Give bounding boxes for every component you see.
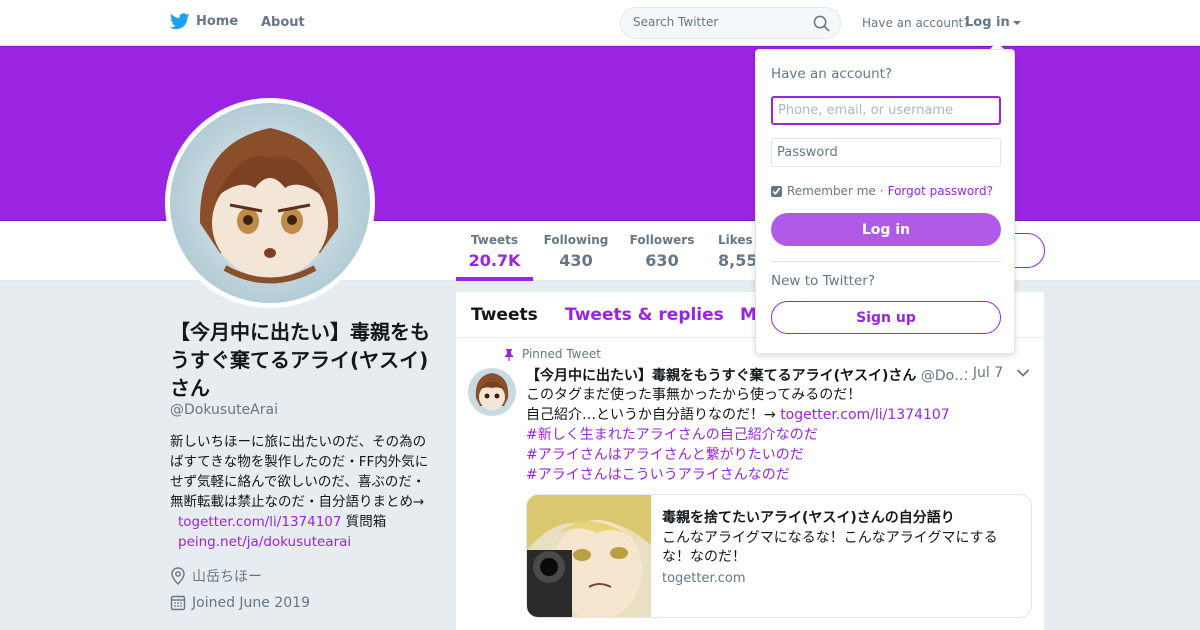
tab-tweets-replies[interactable]: Tweets & replies: [565, 305, 724, 325]
profile-location: 山岳ちほー: [170, 566, 262, 586]
profile-bio: 新しいちほーに旅に出たいのだ、その為のばすてきな物を製作したのだ・FF内外気にせ…: [170, 432, 432, 552]
login-button[interactable]: Log in: [771, 213, 1001, 246]
calendar-icon: [170, 595, 186, 611]
caret-down-icon: [1012, 20, 1021, 25]
card-thumbnail: [527, 495, 651, 617]
search-input[interactable]: [633, 15, 803, 29]
remember-row: Remember me · Forgot password?: [771, 184, 993, 198]
stat-label: Followers: [629, 233, 695, 247]
nav-about[interactable]: About: [261, 15, 305, 30]
username-field[interactable]: [771, 96, 1001, 125]
have-account-text: Have an account?: [862, 16, 970, 30]
top-navigation: Home About Have an account? Log in: [0, 0, 1200, 46]
pin-icon: [505, 348, 513, 361]
link-preview-card[interactable]: 毒親を捨てたいアライ(ヤスイ)さんの自分語り こんなアライグマになるな！こんなア…: [526, 494, 1032, 618]
login-dropdown-toggle[interactable]: Log in: [965, 15, 1021, 30]
card-title: 毒親を捨てたいアライ(ヤスイ)さんの自分語り: [662, 510, 955, 526]
location-text: 山岳ちほー: [192, 569, 262, 585]
avatar-image: [170, 103, 370, 303]
hashtag-link[interactable]: #アライさんはアライさんと繋がりたいのだ: [526, 445, 1031, 465]
stat-value: 430: [559, 251, 593, 270]
stat-label: Tweets: [470, 233, 519, 247]
card-domain: togetter.com: [662, 571, 746, 586]
stat-tweets[interactable]: Tweets 20.7K: [456, 233, 533, 270]
hashtag-link[interactable]: #アライさんはこういうアライさんなのだ: [526, 465, 1031, 485]
joined-text: Joined June 2019: [192, 594, 310, 611]
bio-text: 新しいちほーに旅に出たいのだ、その為のばすてきな物を製作したのだ・FF内外気にせ…: [170, 434, 429, 510]
bio-link-peing[interactable]: peing.net/ja/dokusutearai: [178, 534, 351, 550]
tab-tweets[interactable]: Tweets: [471, 305, 538, 325]
password-field[interactable]: [771, 138, 1001, 167]
profile-joined: Joined June 2019: [170, 594, 310, 611]
tweet-header: 【今月中に出たい】毒親をもうすぐ棄てるアライ(ヤスイ)さん @Do… · Jul…: [526, 365, 1036, 385]
bio-link-togetter[interactable]: togetter.com/li/1374107: [178, 514, 341, 530]
bio-text-mid: 質問箱: [345, 514, 387, 530]
nav-home-label: Home: [196, 14, 239, 29]
search-box: [620, 7, 841, 39]
remember-label[interactable]: Remember me: [787, 184, 876, 198]
active-tab-indicator: [456, 277, 533, 281]
nav-home[interactable]: Home: [170, 13, 238, 30]
stat-value: 630: [645, 251, 679, 270]
tweet-author-name[interactable]: 【今月中に出たい】毒親をもうすぐ棄てるアライ(ヤスイ)さん: [526, 368, 916, 384]
profile-name[interactable]: 【今月中に出たい】毒親をもうすぐ棄てるアライ(ヤスイ)さん: [170, 318, 435, 402]
tweet-author-handle[interactable]: @Do…: [921, 368, 968, 384]
tweet-date[interactable]: · Jul 7: [964, 365, 1003, 381]
profile-handle: @DokusuteArai: [170, 402, 278, 418]
hashtag-link[interactable]: #新しく生まれたアライさんの自己紹介なのだ: [526, 425, 1031, 445]
card-description: こんなアライグマになるな！こんなアライグマにするな！なのだ！: [662, 530, 998, 565]
stat-followers[interactable]: Followers 630: [626, 233, 698, 270]
tweet-avatar-image: [468, 368, 516, 416]
twitter-bird-icon: [170, 13, 190, 30]
stat-label: Following: [543, 233, 609, 247]
tweet-link[interactable]: togetter.com/li/1374107: [780, 407, 950, 423]
card-image: [527, 495, 651, 617]
profile-avatar[interactable]: [165, 98, 375, 308]
forgot-password-link[interactable]: Forgot password?: [888, 184, 993, 198]
stat-value: 20.7K: [468, 251, 521, 270]
login-link-label: Log in: [965, 15, 1010, 30]
login-dropdown: Have an account? Remember me · Forgot pa…: [755, 49, 1015, 354]
tweet-text: このタグまだ使った事無かったから使ってみるのだ！ 自己紹介…というか自分語りなの…: [526, 385, 1031, 485]
search-icon[interactable]: [813, 15, 830, 32]
location-pin-icon: [171, 567, 185, 585]
pinned-label: Pinned Tweet: [522, 347, 601, 361]
tweet-avatar[interactable]: [468, 368, 516, 416]
new-to-twitter-text: New to Twitter?: [771, 273, 875, 289]
stat-following[interactable]: Following 430: [540, 233, 612, 270]
latte-art-image: [170, 103, 370, 303]
tweet-line: 自己紹介…というか自分語りなのだ！→: [526, 407, 776, 423]
tweet-line: このタグまだ使った事無かったから使ってみるのだ！: [526, 387, 862, 403]
signup-button[interactable]: Sign up: [771, 301, 1001, 334]
pinned-indicator: Pinned Tweet: [504, 347, 601, 361]
stat-value: 8,55: [718, 251, 758, 270]
remember-checkbox[interactable]: [771, 185, 782, 197]
stat-label: Likes: [718, 233, 753, 247]
chevron-down-icon[interactable]: [1016, 368, 1030, 378]
dropdown-title: Have an account?: [771, 66, 893, 82]
divider: [771, 261, 1001, 262]
stat-likes[interactable]: Likes 8,55: [718, 233, 758, 270]
separator-dot: ·: [879, 184, 884, 198]
